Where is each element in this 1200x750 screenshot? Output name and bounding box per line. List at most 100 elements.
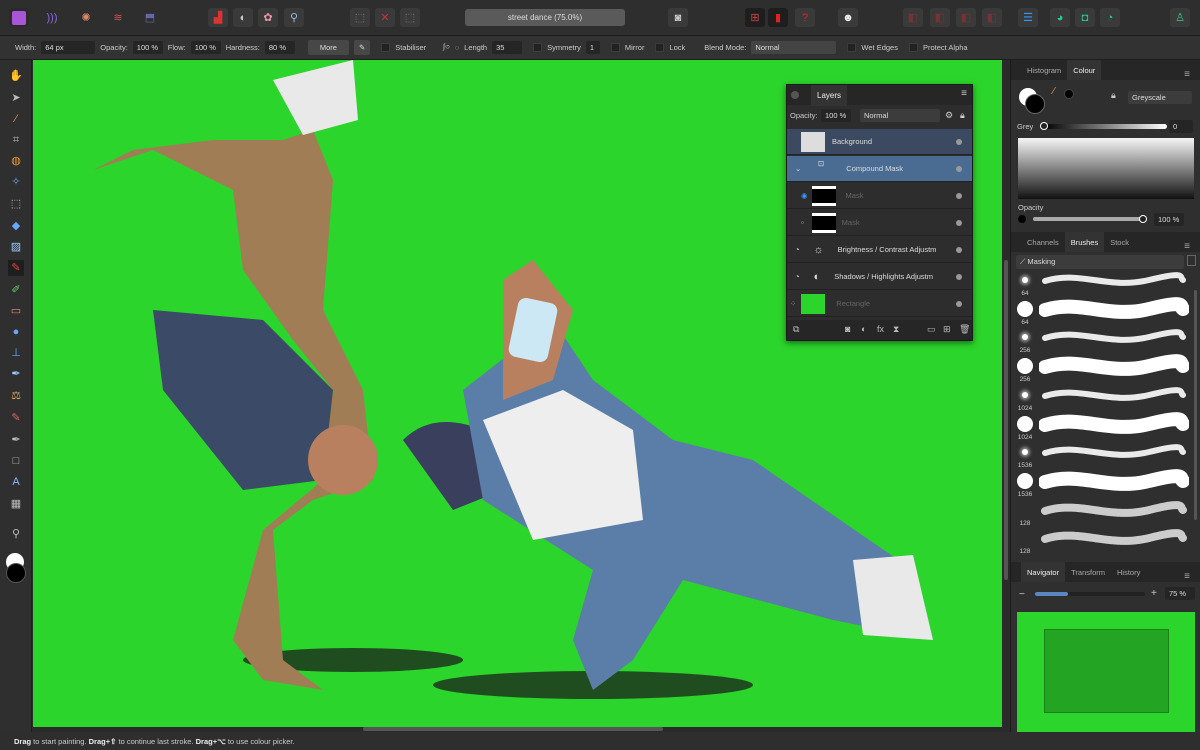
layer-row-rectangle[interactable]: ⁘ Rectangle — [787, 291, 972, 317]
mirror-checkbox[interactable] — [610, 43, 620, 52]
visibility-toggle[interactable] — [956, 166, 962, 172]
flow-field[interactable]: 100 % — [190, 41, 221, 54]
zoom-out-button[interactable]: − — [1019, 589, 1025, 600]
tab-brushes[interactable]: Brushes — [1064, 232, 1105, 252]
arrange-back-icon[interactable]: ◧ — [903, 8, 923, 27]
flood-select-tool-icon[interactable]: ✧ — [8, 174, 24, 190]
tab-channels[interactable]: Channels — [1021, 232, 1065, 252]
width-field[interactable]: 64 px — [41, 41, 96, 54]
boolean-intersect-icon[interactable]: ◔ — [1100, 8, 1120, 27]
layer-blend-select[interactable]: Normal — [860, 109, 940, 122]
brush-scrollbar[interactable] — [1194, 290, 1197, 520]
primary-colour-swatch[interactable] — [6, 563, 26, 583]
align-icon[interactable]: ☰ — [1018, 8, 1038, 27]
tab-layers[interactable]: Layers — [811, 85, 848, 106]
export-persona-icon[interactable]: ⬒ — [140, 8, 160, 27]
tab-navigator[interactable]: Navigator — [1021, 562, 1066, 582]
protect-alpha-checkbox[interactable] — [908, 43, 918, 52]
opacity-field[interactable]: 100 % — [1154, 213, 1184, 226]
greyscale-picker[interactable] — [1018, 138, 1194, 199]
wet-edges-checkbox[interactable] — [847, 43, 857, 52]
window-mode-icon[interactable]: ◌ — [455, 43, 459, 52]
layer-row-mask[interactable]: ▫ Mask — [787, 210, 972, 236]
inpainting-tool-icon[interactable]: ⚖ — [8, 388, 24, 404]
photo-persona-icon[interactable] — [9, 8, 29, 27]
layer-row-brightness-contrast[interactable]: ◔ ☼ Brightness / Contrast Adjustm — [787, 237, 972, 263]
stabiliser-checkbox[interactable] — [381, 43, 391, 52]
zoom-field[interactable]: 75 % — [1165, 587, 1195, 600]
layer-row-background[interactable]: Background — [787, 129, 972, 155]
develop-persona-icon[interactable]: ✺ — [76, 8, 96, 27]
hardness-field[interactable]: 80 % — [264, 41, 295, 54]
layer-opacity-field[interactable]: 100 % — [821, 109, 851, 122]
visibility-toggle[interactable] — [956, 193, 962, 199]
clone-tool-icon[interactable]: ⊥ — [8, 345, 24, 361]
panel-menu-icon[interactable]: ≡ — [1178, 567, 1196, 587]
stroke-swatch[interactable] — [1025, 94, 1045, 114]
tab-histogram[interactable]: Histogram — [1021, 60, 1067, 80]
panel-menu-icon[interactable]: ≡ — [1178, 237, 1196, 257]
select-all-icon[interactable]: ⬚ — [350, 8, 370, 27]
colour-mode-select[interactable]: Greyscale — [1128, 91, 1192, 104]
navigator-viewport[interactable] — [1044, 629, 1169, 713]
more-button[interactable]: More — [307, 40, 349, 55]
fx-icon[interactable]: fx — [877, 324, 884, 334]
boolean-add-icon[interactable]: ◕ — [1050, 8, 1070, 27]
layer-row-compound-mask[interactable]: ⌄ ⊡ Compound Mask — [787, 156, 972, 182]
mode-icon[interactable]: ▫ — [801, 218, 804, 227]
rectangle-tool-icon[interactable]: □ — [8, 453, 24, 469]
text-tool-icon[interactable]: A — [8, 474, 24, 490]
visibility-toggle[interactable] — [956, 220, 962, 226]
close-icon[interactable] — [791, 91, 799, 99]
layer-row-mask[interactable]: ◉ Mask — [787, 183, 972, 209]
panel-menu-icon[interactable]: ≡ — [1178, 65, 1196, 85]
tab-stock[interactable]: Stock — [1104, 232, 1135, 252]
opacity-field[interactable]: 100 % — [132, 41, 163, 54]
deselect-icon[interactable]: ✕ — [375, 8, 395, 27]
expand-chevron-icon[interactable]: ⌄ — [795, 164, 801, 173]
tone-mapping-persona-icon[interactable]: ≋ — [108, 8, 128, 27]
gradient-tool-icon[interactable]: ▨ — [8, 239, 24, 255]
paint-brush-tool-icon[interactable]: ✎ — [8, 260, 24, 276]
brush-item[interactable]: 128 — [1011, 529, 1191, 558]
lock-checkbox[interactable] — [655, 43, 665, 52]
auto-colour-icon[interactable]: ✿ — [258, 8, 278, 27]
group-icon[interactable]: ▭ — [927, 324, 936, 335]
snapping-icon[interactable]: ⊞ — [745, 8, 765, 27]
zoom-slider[interactable] — [1035, 592, 1145, 596]
colour-picker-tool-icon[interactable]: ⁄ — [8, 111, 24, 127]
smudge-tool-icon[interactable]: ✒ — [8, 366, 24, 382]
arrange-backward-icon[interactable]: ◧ — [930, 8, 950, 27]
quick-mask-icon[interactable]: ◙ — [668, 8, 688, 27]
user-icon[interactable]: ♙ — [1170, 8, 1190, 27]
dodge-tool-icon[interactable]: ● — [8, 324, 24, 340]
arrange-forward-icon[interactable]: ◧ — [956, 8, 976, 27]
marquee-tool-icon[interactable]: ⬚ — [8, 196, 24, 212]
liquify-persona-icon[interactable]: ))) — [42, 8, 62, 27]
hand-tool-icon[interactable]: ✋ — [8, 68, 24, 84]
vertical-scrollbar[interactable] — [1003, 60, 1010, 732]
grey-field[interactable]: 0 — [1169, 120, 1193, 133]
zoom-tool-icon[interactable]: ⚲ — [8, 526, 24, 542]
settings-icon[interactable]: ⚙ — [945, 110, 953, 121]
zoom-in-button[interactable]: + — [1151, 588, 1157, 599]
brush-category-select[interactable]: ⟋ Masking — [1016, 255, 1184, 269]
crop-tool-icon[interactable]: ⌗ — [8, 132, 24, 148]
symmetry-count[interactable]: 1 — [585, 41, 600, 54]
length-field[interactable]: 35 — [492, 41, 523, 54]
panel-menu-icon[interactable]: ≡ — [961, 89, 967, 99]
add-mode-icon[interactable]: ◉ — [801, 191, 808, 200]
boolean-subtract-icon[interactable]: ◘ — [1075, 8, 1095, 27]
colour-picker-icon[interactable]: ⁄ — [1053, 86, 1055, 97]
grey-slider[interactable] — [1040, 122, 1167, 130]
pen-tool-icon[interactable]: ✒ — [8, 432, 24, 448]
add-layer-icon[interactable]: ⊞ — [943, 324, 951, 335]
move-tool-icon[interactable]: ➤ — [8, 90, 24, 106]
magnet-icon[interactable]: ? — [795, 8, 815, 27]
arrange-front-icon[interactable]: ◧ — [982, 8, 1002, 27]
auto-contrast-icon[interactable]: ◐ — [233, 8, 253, 27]
lock-icon[interactable]: 🔒︎ — [960, 110, 965, 121]
blend-mode-select[interactable]: Normal — [751, 41, 837, 54]
visibility-toggle[interactable] — [956, 247, 962, 253]
slider-handle[interactable] — [1139, 215, 1147, 223]
